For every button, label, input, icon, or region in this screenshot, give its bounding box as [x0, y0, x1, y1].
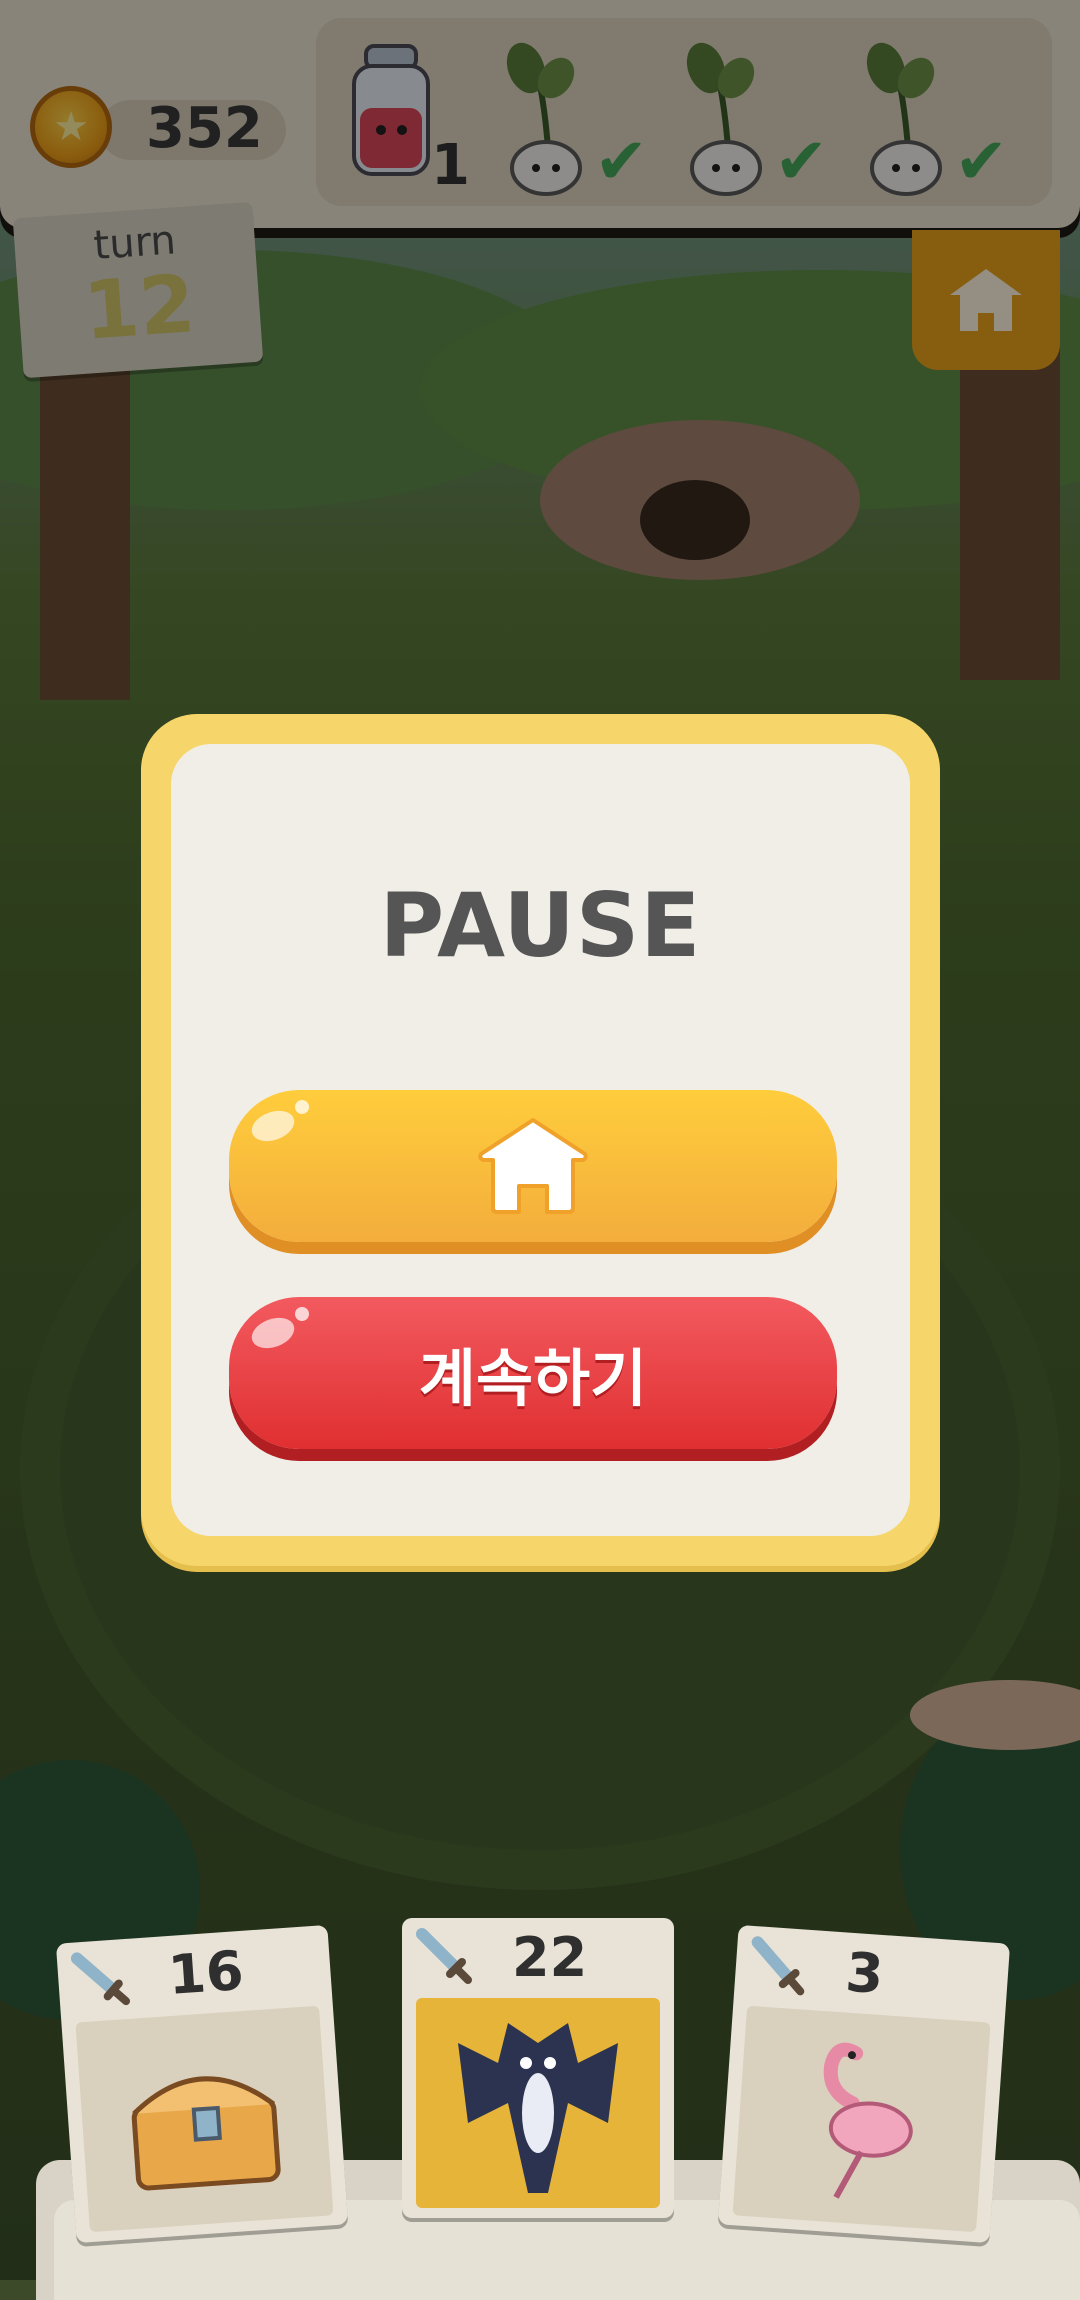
- button-gloss: [295, 1100, 309, 1114]
- card-art: [75, 2005, 334, 2233]
- hand-card[interactable]: 3: [717, 1924, 1011, 2244]
- button-gloss: [295, 1307, 309, 1321]
- hand-card[interactable]: 16: [55, 1924, 349, 2244]
- continue-button-label: 계속하기: [418, 1342, 648, 1415]
- card-attack-value: 3: [843, 1940, 886, 2007]
- continue-button[interactable]: 계속하기: [229, 1297, 837, 1449]
- home-button[interactable]: [229, 1090, 837, 1242]
- button-gloss: [247, 1312, 299, 1354]
- card-attack-value: 22: [512, 1926, 588, 1989]
- card-art: [732, 2005, 991, 2233]
- sword-icon: [416, 1928, 472, 1984]
- bat-icon: [458, 2023, 618, 2193]
- flamingo-icon: [823, 2042, 913, 2199]
- sword-icon: [751, 1936, 805, 1996]
- button-gloss: [247, 1105, 299, 1147]
- pause-dialog: PAUSE 계속하기: [141, 714, 940, 1566]
- house-icon: [478, 1118, 588, 1214]
- pause-title: PAUSE: [379, 874, 702, 977]
- card-art: [416, 1998, 660, 2208]
- sword-icon: [70, 1952, 131, 2006]
- treasure-chest-icon: [131, 2076, 281, 2191]
- hand-card-selected[interactable]: 22: [402, 1918, 674, 2218]
- card-attack-value: 16: [166, 1938, 246, 2008]
- pause-dialog-body: PAUSE 계속하기: [171, 744, 910, 1536]
